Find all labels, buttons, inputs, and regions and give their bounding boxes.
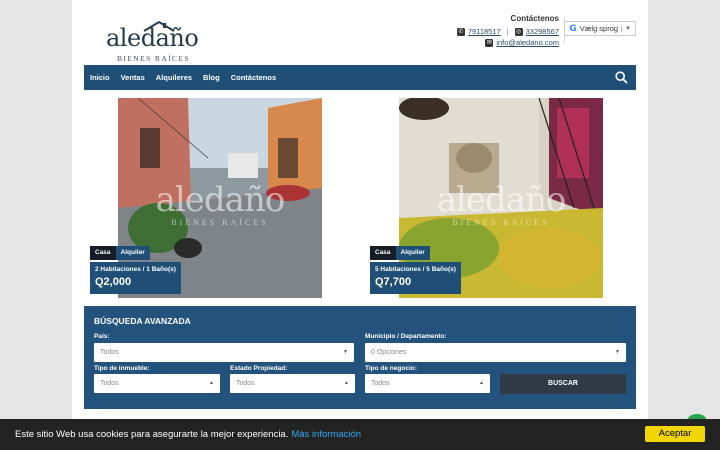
nav-item-contactenos[interactable]: Contáctenos [231,73,276,82]
chevron-up-icon: ▲ [209,380,214,386]
contact-block: Contáctenos ✆ 79118517 | ◎ 33298567 ✉ in… [456,14,559,48]
search-icon[interactable] [615,71,628,84]
phone-link[interactable]: 79118517 [468,26,501,37]
separator: | [506,27,509,36]
operation-badge: Alquiler [115,246,150,260]
mail-icon: ✉ [485,38,494,47]
business-type-select[interactable]: Todos ▲ [365,374,490,393]
chevron-down-icon: ▼ [343,349,348,355]
page: aledaño BIENES RAÍCES Contáctenos ✆ 7911… [72,0,648,450]
language-label: Vælg sprog [579,24,619,33]
business-type-label: Tipo de negocio: [365,365,417,372]
municipality-value: 0 Opciones [371,349,407,356]
watermark-tagline: BIENES RAÍCES [171,218,269,227]
property-type-select[interactable]: Todos ▲ [94,374,220,393]
chevron-up-icon: ▲ [344,380,349,386]
phone-row: ✆ 79118517 | ◎ 33298567 [456,26,559,37]
property-type-label: Tipo de inmueble: [94,365,150,372]
listing-rooms: 2 Habitaciones / 1 Baño(s) [95,266,176,273]
chevron-down-icon: ▼ [621,25,631,32]
municipality-label: Municipio / Departamento: [365,333,447,340]
property-state-value: Todos [236,380,255,387]
listing-price: Q2,000 [95,276,132,288]
property-state-select[interactable]: Todos ▲ [230,374,355,393]
brand-name: aledaño [106,24,199,52]
country-label: País: [94,333,110,340]
nav-item-alquileres[interactable]: Alquileres [156,73,192,82]
whatsapp-link[interactable]: 33298567 [526,26,559,37]
contact-title: Contáctenos [510,14,559,23]
watermark-tagline: BIENES RAÍCES [452,218,550,227]
cookie-more-info-link[interactable]: Más información [291,429,361,440]
chevron-down-icon: ▼ [615,349,620,355]
country-select[interactable]: Todos ▼ [94,343,354,362]
cookie-text: Este sitio Web usa cookies para asegurar… [15,429,289,440]
listing-info-1[interactable]: 2 Habitaciones / 1 Baño(s) Q2,000 [90,262,181,294]
chevron-up-icon: ▲ [479,380,484,386]
email-row: ✉ info@aledano.com [457,37,559,48]
advanced-search-panel: BÚSQUEDA AVANZADA País: Todos ▼ Municipi… [84,306,636,409]
nav-item-blog[interactable]: Blog [203,73,220,82]
main-nav: Inicio Ventas Alquileres Blog Contácteno… [84,65,636,90]
search-button[interactable]: BUSCAR [500,374,626,394]
listing-tags-1: Casa Alquiler [90,246,150,260]
nav-item-inicio[interactable]: Inicio [90,73,110,82]
property-type-value: Todos [100,380,119,387]
municipality-select[interactable]: 0 Opciones ▼ [365,343,626,362]
brand-logo[interactable]: aledaño BIENES RAÍCES [106,10,199,63]
business-type-value: Todos [371,380,390,387]
cookie-bar: Este sitio Web usa cookies para asegurar… [0,419,720,450]
listing-price: Q7,700 [375,276,412,288]
property-state-label: Estado Propiedad: [230,365,288,372]
watermark: aledaño [436,180,567,220]
operation-badge: Alquiler [395,246,430,260]
listing-info-2[interactable]: 5 Habitaciones / 5 Baño(s) Q7,700 [370,262,461,294]
whatsapp-icon: ◎ [514,27,523,36]
property-type-badge: Casa [370,246,396,260]
google-icon: G [569,23,577,34]
search-title: BÚSQUEDA AVANZADA [94,316,191,326]
accept-cookies-button[interactable]: Aceptar [645,426,705,442]
brand-tagline: BIENES RAÍCES [117,54,190,63]
email-link[interactable]: info@aledano.com [496,37,559,48]
phone-icon: ✆ [456,27,465,36]
nav-item-ventas[interactable]: Ventas [121,73,145,82]
listing-tags-2: Casa Alquiler [370,246,430,260]
watermark: aledaño [155,180,286,220]
listing-rooms: 5 Habitaciones / 5 Baño(s) [375,266,456,273]
country-value: Todos [100,349,119,356]
language-select[interactable]: G Vælg sprog ▼ [564,21,636,36]
property-type-badge: Casa [90,246,116,260]
